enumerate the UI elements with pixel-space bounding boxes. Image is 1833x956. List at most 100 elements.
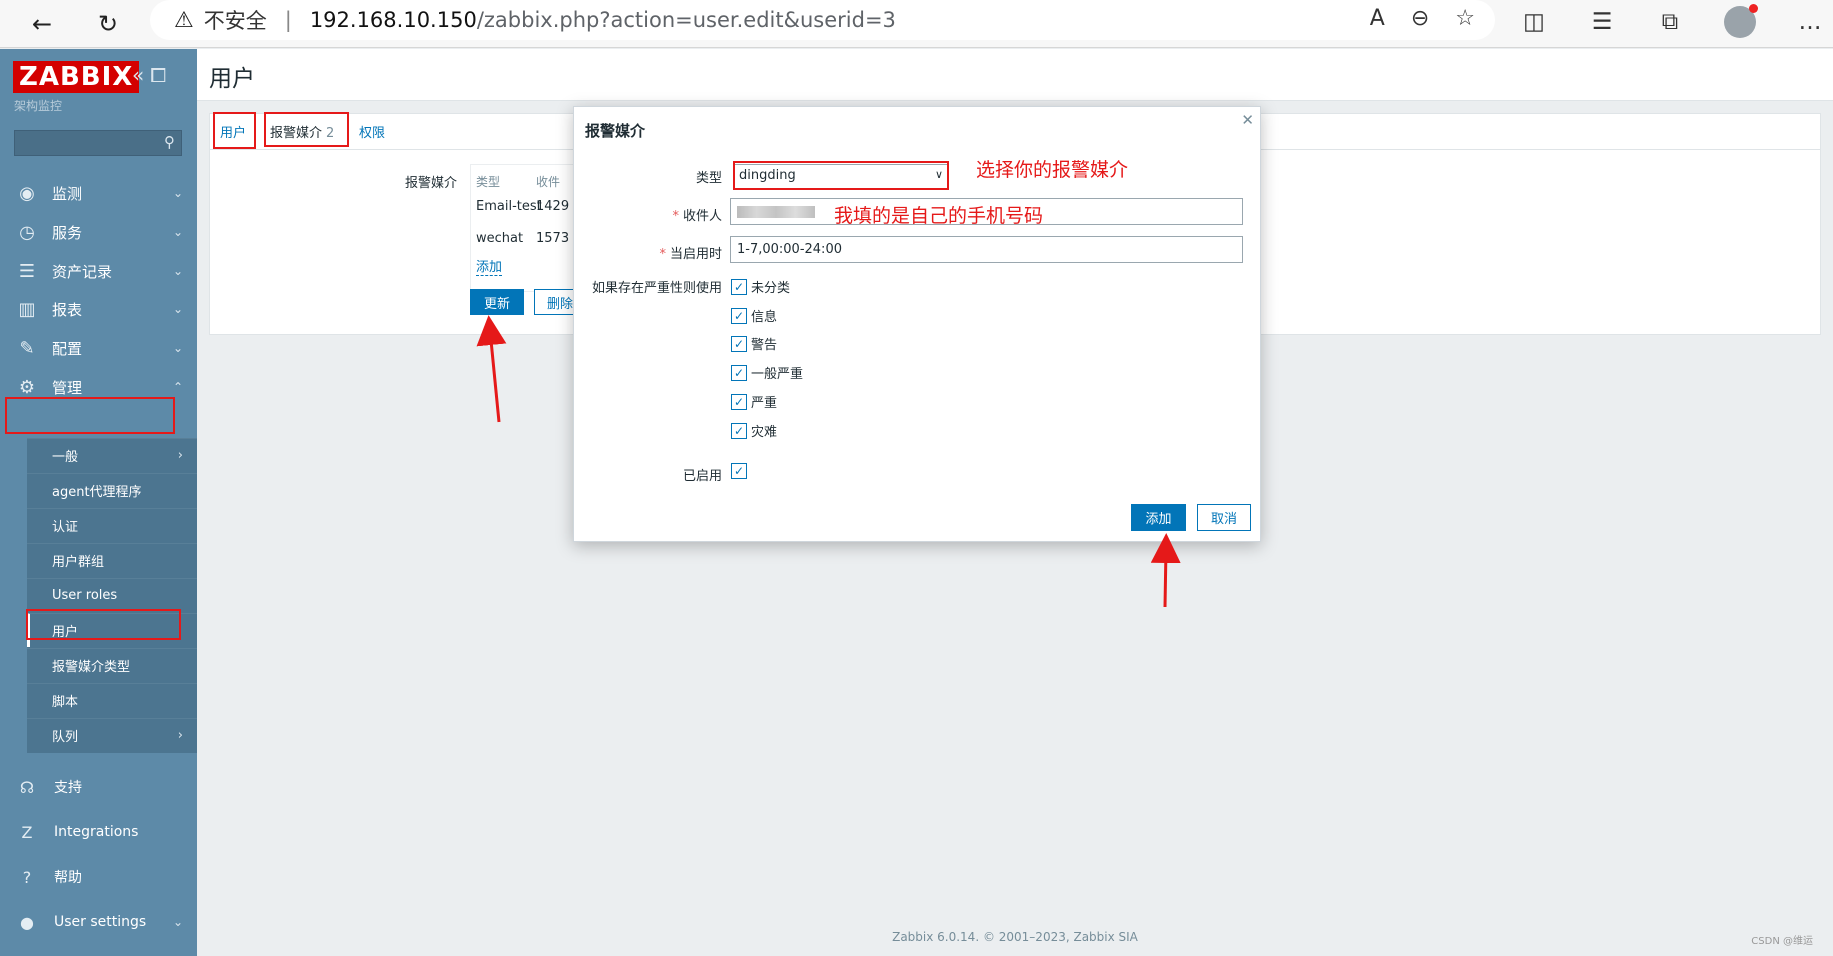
submenu-item-media-types[interactable]: 报警媒介类型 (27, 648, 197, 682)
tab-media-label: 报警媒介 (270, 126, 323, 141)
table-header: 类型 (476, 175, 501, 189)
severity-checkbox-not-classified[interactable]: ✓ 未分类 (731, 277, 790, 296)
profile-avatar[interactable] (1724, 4, 1758, 38)
url-path: /zabbix.php?action=user.edit&userid=3 (476, 8, 896, 32)
zabbix-logo[interactable]: ZABBIX (13, 61, 140, 93)
severity-checkbox-high[interactable]: ✓ 严重 (731, 392, 777, 411)
sidebar-search-input[interactable]: ⚲ (14, 130, 182, 156)
sidebar-item-monitoring[interactable]: ◉ 监测 ⌄ (0, 171, 197, 215)
footer-copyright: Zabbix 6.0.14. © 2001–2023, Zabbix SIA (892, 930, 1138, 944)
address-separator: | (284, 8, 292, 32)
sidebar-item-help[interactable]: ? 帮助 (0, 857, 197, 897)
submenu-item-users[interactable]: 用户 (27, 613, 197, 647)
add-favorite-icon[interactable]: ☆ (1455, 6, 1475, 31)
admin-submenu: 一般 › agent代理程序 认证 用户群组 User roles 用户 报警媒… (27, 438, 197, 753)
help-icon: ? (22, 867, 32, 887)
checkbox-check-icon[interactable]: ✓ (731, 393, 747, 410)
sidebar-item-label: Integrations (54, 824, 139, 840)
checkbox-check-icon[interactable]: ✓ (731, 364, 747, 381)
submenu-label: 认证 (52, 520, 79, 535)
sidebar-item-support[interactable]: ☊ 支持 (0, 767, 197, 807)
add-button[interactable]: 添加 (1131, 504, 1186, 531)
submenu-label: 用户 (52, 625, 79, 640)
media-type-value: dingding (739, 168, 796, 183)
collections-icon[interactable]: ⧉ (1656, 9, 1684, 35)
submenu-item-proxies[interactable]: agent代理程序 (27, 473, 197, 507)
add-media-link[interactable]: 添加 (476, 256, 503, 276)
table-cell: wechat (476, 231, 524, 246)
active-period-label-text: 当启用时 (669, 247, 722, 262)
checkbox-label: 严重 (751, 396, 778, 411)
stopwatch-icon: ◷ (19, 221, 35, 243)
close-icon[interactable]: ✕ (1241, 111, 1254, 129)
sidebar-item-user-settings[interactable]: ● User settings ⌄ (0, 902, 197, 942)
severity-checkbox-disaster[interactable]: ✓ 灾难 (731, 421, 777, 440)
tab-media[interactable]: 报警媒介 2 (270, 122, 334, 141)
collapse-sidebar-icon[interactable]: «⧠ (132, 63, 172, 87)
sidebar-item-administration[interactable]: ⚙ 管理 ⌃ (0, 365, 197, 409)
submenu-item-queue[interactable]: 队列 › (27, 718, 197, 752)
sidebar-item-integrations[interactable]: Z Integrations (0, 812, 197, 852)
sidebar-item-reports[interactable]: ▥ 报表 ⌄ (0, 287, 197, 331)
tab-permissions[interactable]: 权限 (359, 122, 385, 141)
table-header: 收件 (536, 175, 561, 189)
read-aloud-icon[interactable]: A (1370, 6, 1385, 31)
zoom-out-icon[interactable]: ⊖ (1411, 6, 1429, 31)
page-title: 用户 (209, 66, 255, 92)
severity-label: 如果存在严重性则使用 (591, 281, 722, 296)
severity-checkbox-warning[interactable]: ✓ 警告 (731, 334, 777, 353)
type-label: 类型 (695, 171, 722, 186)
submenu-item-scripts[interactable]: 脚本 (27, 683, 197, 717)
checkbox-check-icon[interactable]: ✓ (731, 422, 747, 439)
checkbox-check-icon[interactable]: ✓ (731, 278, 747, 295)
severity-checkbox-information[interactable]: ✓ 信息 (731, 306, 777, 325)
sidebar-item-services[interactable]: ◷ 服务 ⌄ (0, 210, 197, 254)
browser-toolbar: ← ↻ ⚠ 不安全 | 192.168.10.150/zabbix.php?ac… (0, 0, 1833, 48)
media-table: 类型 收件 Email-test 1429 wechat 1573 添加 (470, 164, 580, 292)
enabled-checkbox[interactable]: ✓ (731, 463, 751, 479)
sidebar-item-configuration[interactable]: ✎ 配置 ⌄ (0, 326, 197, 370)
update-button[interactable]: 更新 (470, 289, 524, 315)
submenu-item-authentication[interactable]: 认证 (27, 508, 197, 542)
bar-chart-icon: ▥ (18, 298, 36, 320)
address-bar[interactable]: ⚠ 不安全 | 192.168.10.150/zabbix.php?action… (150, 0, 1495, 40)
chevron-down-icon: ∨ (934, 168, 943, 181)
submenu-item-general[interactable]: 一般 › (27, 438, 197, 472)
search-icon[interactable]: ⚲ (164, 133, 175, 151)
gear-icon: ⚙ (18, 376, 36, 398)
submenu-item-user-groups[interactable]: 用户群组 (27, 543, 197, 577)
back-arrow-icon[interactable]: ← (24, 6, 60, 42)
chevron-right-icon: › (177, 448, 183, 463)
checkbox-check-icon[interactable]: ✓ (731, 307, 747, 324)
arrow-to-add-button (1150, 533, 1181, 608)
favorites-icon[interactable]: ☰ (1588, 9, 1616, 35)
table-cell: 1429 (536, 199, 570, 214)
integrations-icon: Z (21, 822, 33, 842)
media-type-select[interactable]: dingding ∨ (734, 164, 948, 189)
tab-user[interactable]: 用户 (220, 122, 246, 141)
active-period-input[interactable]: 1-7,00:00-24:00 (730, 236, 1243, 263)
chevron-down-icon: ⌄ (172, 915, 183, 929)
checkbox-check-icon[interactable]: ✓ (731, 335, 747, 352)
refresh-icon[interactable]: ↻ (90, 6, 126, 42)
arrow-to-update-button (476, 315, 507, 423)
split-screen-icon[interactable]: ◫ (1520, 9, 1548, 35)
submenu-label: agent代理程序 (52, 485, 142, 500)
more-menu-icon[interactable]: … (1796, 9, 1824, 35)
submenu-label: 一般 (52, 450, 79, 465)
submenu-label: 报警媒介类型 (52, 660, 131, 675)
checkbox-label: 警告 (751, 338, 778, 353)
chevron-down-icon: ⌄ (172, 302, 183, 316)
submenu-label: 用户群组 (52, 555, 105, 570)
chevron-down-icon: ⌄ (172, 225, 183, 239)
wrench-icon: ✎ (19, 337, 35, 359)
severity-checkbox-average[interactable]: ✓ 一般严重 (731, 363, 803, 382)
media-count-badge: 2 (326, 126, 335, 141)
checkbox-check-icon[interactable]: ✓ (731, 463, 747, 479)
submenu-item-user-roles[interactable]: User roles (27, 578, 197, 612)
active-period-label: * 当启用时 (659, 247, 722, 262)
cancel-button[interactable]: 取消 (1197, 504, 1251, 531)
sidebar-item-label: 报表 (52, 300, 83, 319)
checkbox-label: 灾难 (751, 425, 778, 440)
chevron-down-icon: ⌄ (172, 264, 183, 278)
